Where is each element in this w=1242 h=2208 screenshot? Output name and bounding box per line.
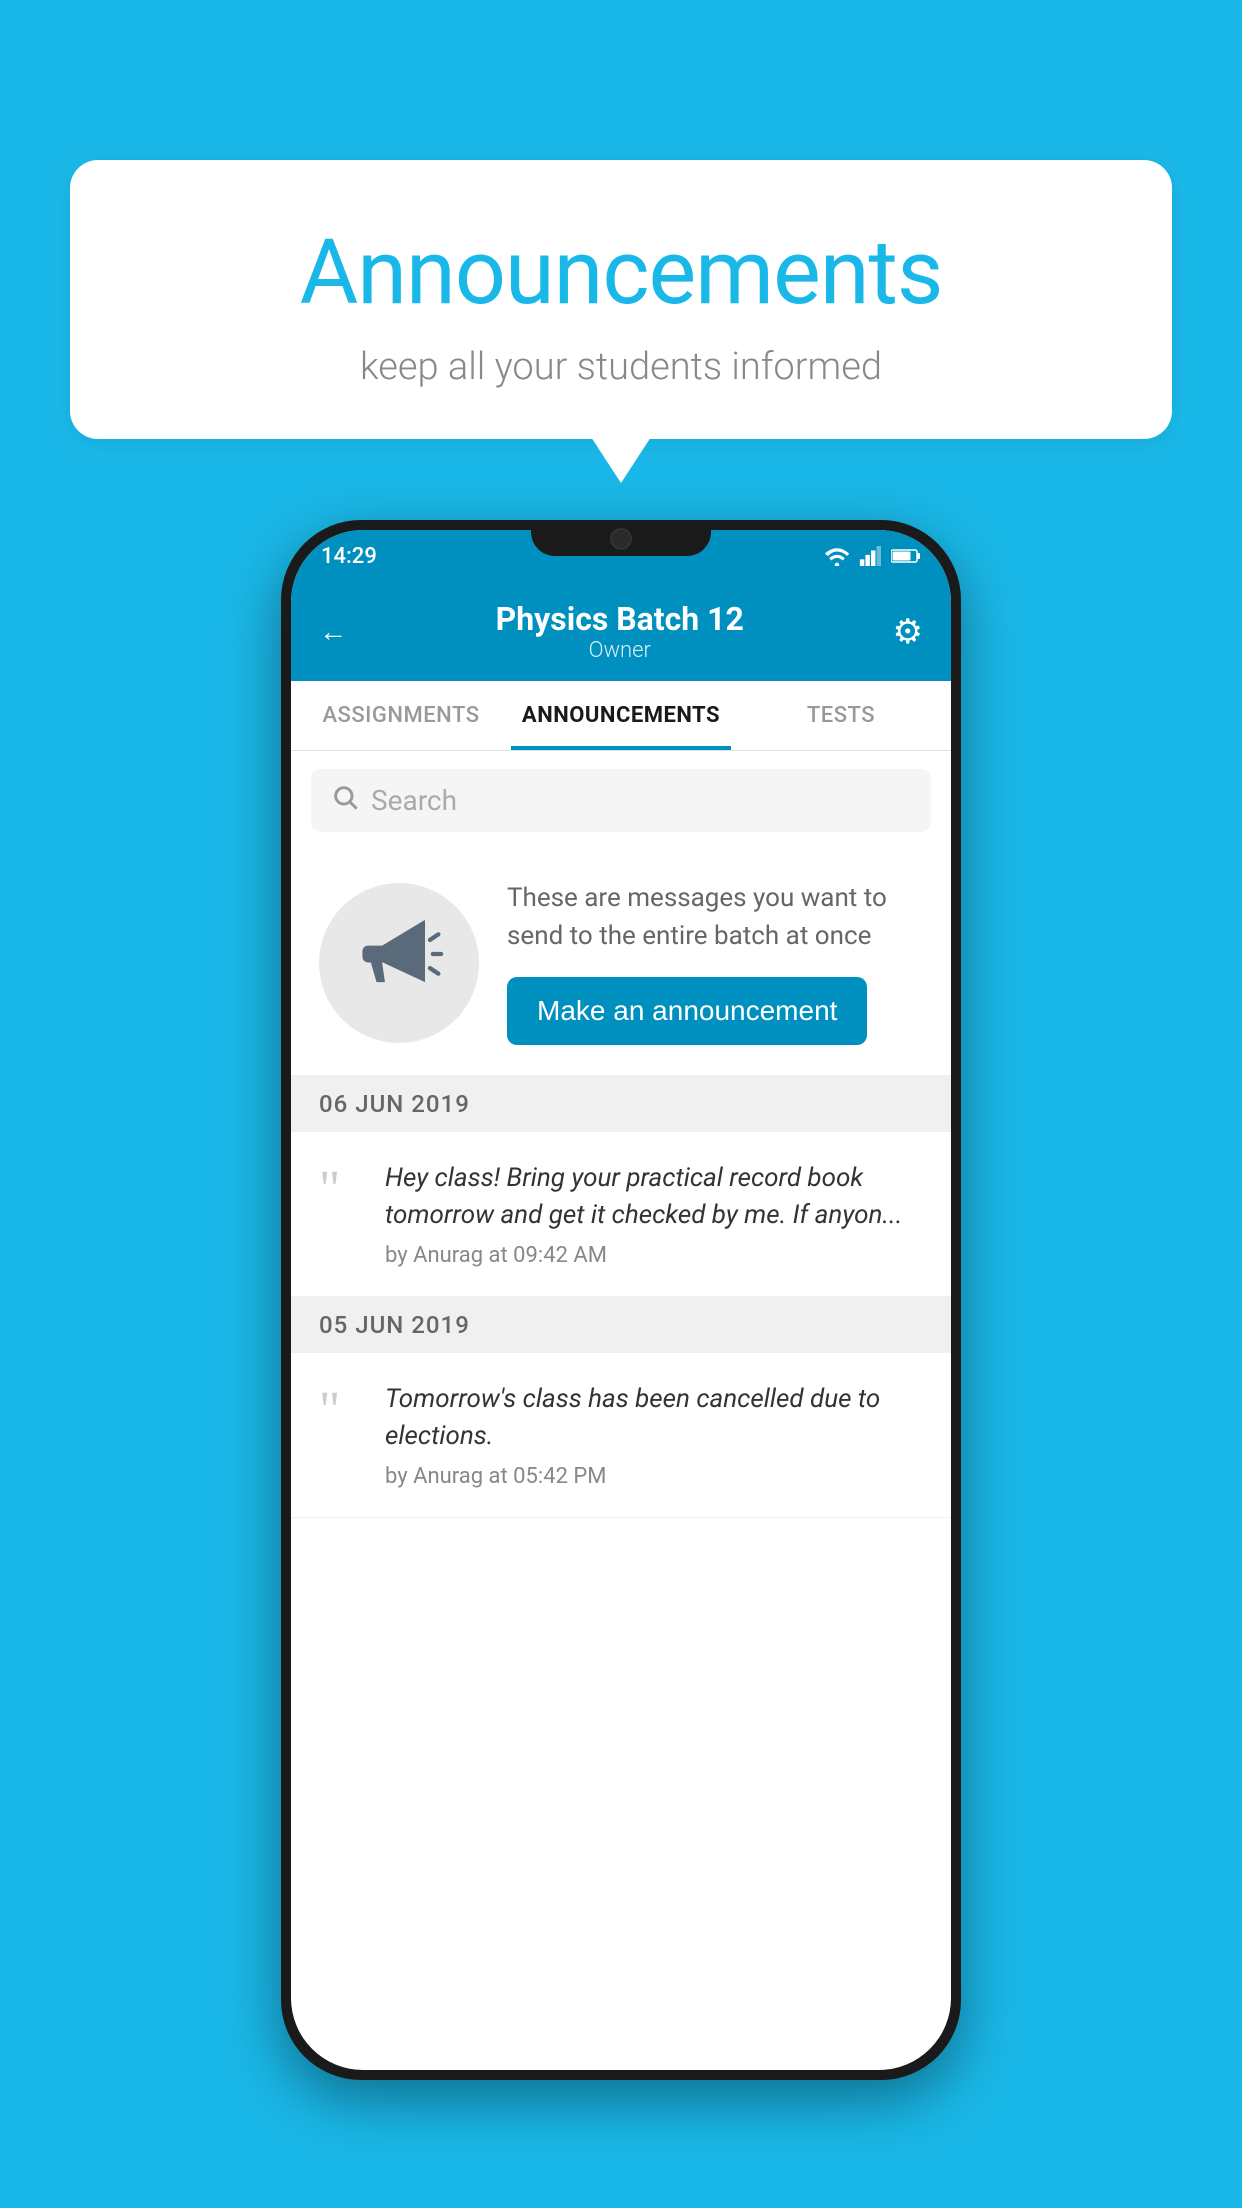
tab-tests[interactable]: TESTS xyxy=(731,681,951,750)
bubble-subtitle: keep all your students informed xyxy=(130,345,1112,389)
phone-camera xyxy=(610,528,632,550)
announcement-text: Hey class! Bring your practical record b… xyxy=(385,1160,923,1268)
status-time: 14:29 xyxy=(321,544,377,569)
header-subtitle: Owner xyxy=(347,638,893,663)
back-button[interactable]: ← xyxy=(319,615,347,648)
signal-icon xyxy=(859,546,883,566)
search-placeholder: Search xyxy=(371,784,457,817)
settings-button[interactable]: ⚙ xyxy=(893,612,923,652)
announcement-text-2: Tomorrow's class has been cancelled due … xyxy=(385,1381,923,1489)
header-center: Physics Batch 12 Owner xyxy=(347,600,893,663)
battery-icon xyxy=(891,548,921,564)
phone-notch xyxy=(531,520,711,556)
announcement-meta-2: by Anurag at 05:42 PM xyxy=(385,1464,923,1489)
speech-bubble-section: Announcements keep all your students inf… xyxy=(70,160,1172,439)
announcement-message: Hey class! Bring your practical record b… xyxy=(385,1160,923,1233)
phone-wrapper: 14:29 xyxy=(60,520,1182,2208)
announcement-meta: by Anurag at 09:42 AM xyxy=(385,1243,923,1268)
header-title: Physics Batch 12 xyxy=(347,600,893,638)
search-bar[interactable]: Search xyxy=(311,769,931,832)
speech-bubble-card: Announcements keep all your students inf… xyxy=(70,160,1172,439)
quote-mark-icon-2: " xyxy=(319,1385,363,1437)
promo-icon-circle xyxy=(319,883,479,1043)
tab-assignments[interactable]: ASSIGNMENTS xyxy=(291,681,511,750)
search-icon xyxy=(331,783,359,818)
make-announcement-button[interactable]: Make an announcement xyxy=(507,977,867,1045)
announcement-item[interactable]: " Hey class! Bring your practical record… xyxy=(291,1132,951,1297)
wifi-icon xyxy=(823,546,851,566)
promo-section: These are messages you want to send to t… xyxy=(291,850,951,1076)
announcement-item-2[interactable]: " Tomorrow's class has been cancelled du… xyxy=(291,1353,951,1518)
promo-description: These are messages you want to send to t… xyxy=(507,880,923,955)
bubble-title: Announcements xyxy=(130,220,1112,325)
date-header-jun6: 06 JUN 2019 xyxy=(291,1076,951,1132)
tab-announcements[interactable]: ANNOUNCEMENTS xyxy=(511,681,731,750)
announcement-message-2: Tomorrow's class has been cancelled due … xyxy=(385,1381,923,1454)
promo-content: These are messages you want to send to t… xyxy=(507,880,923,1045)
status-icons xyxy=(823,546,921,566)
phone-screen: 14:29 xyxy=(291,530,951,2070)
search-container: Search xyxy=(291,751,951,850)
phone-mockup: 14:29 xyxy=(281,520,961,2080)
app-header: ← Physics Batch 12 Owner ⚙ xyxy=(291,582,951,681)
date-header-jun5: 05 JUN 2019 xyxy=(291,1297,951,1353)
megaphone-icon xyxy=(354,909,444,1017)
tabs-bar: ASSIGNMENTS ANNOUNCEMENTS TESTS xyxy=(291,681,951,751)
quote-mark-icon: " xyxy=(319,1164,363,1216)
